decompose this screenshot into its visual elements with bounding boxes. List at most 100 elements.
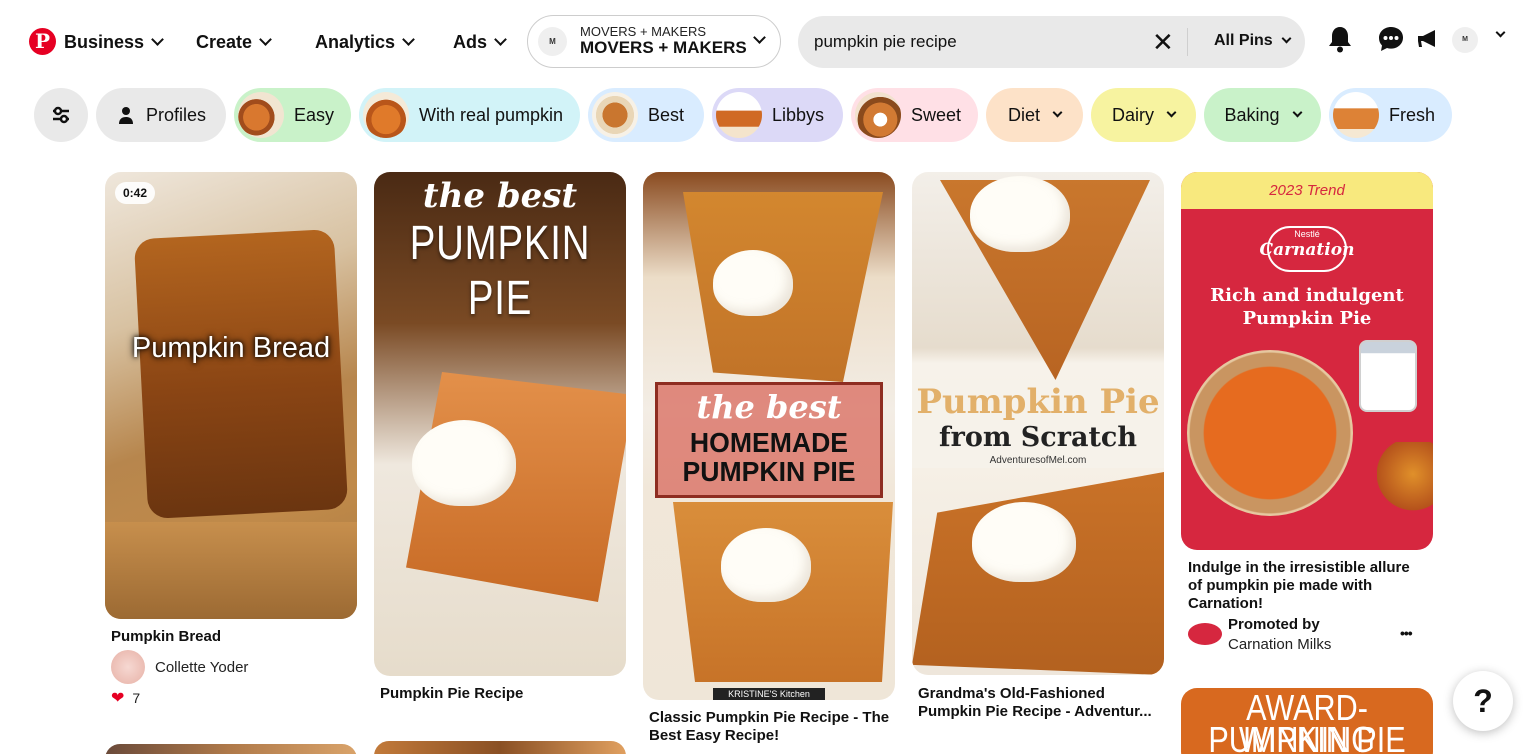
- ad-headline-line1: Rich and indulgent: [1210, 285, 1404, 306]
- whipped-cream-image: [412, 420, 516, 506]
- chip-libbys-thumbnail: [716, 92, 762, 138]
- account-switcher[interactable]: M MOVERS + MAKERS MOVERS + MAKERS: [527, 15, 781, 68]
- business-menu[interactable]: Business: [64, 30, 164, 54]
- advertiser-logo: [1188, 623, 1222, 645]
- business-label: Business: [64, 31, 145, 52]
- ads-menu[interactable]: Ads: [453, 30, 507, 54]
- pin-author[interactable]: Collette Yoder: [111, 650, 248, 684]
- user-avatar[interactable]: M: [1452, 27, 1478, 53]
- brand-name: Carnation: [1259, 240, 1355, 260]
- pin-card-partial[interactable]: [374, 741, 626, 754]
- pie-image: [1187, 350, 1353, 516]
- pinterest-logo-icon[interactable]: P: [29, 28, 56, 55]
- pin-title[interactable]: Indulge in the irresistible allure of pu…: [1188, 559, 1420, 613]
- create-menu[interactable]: Create: [196, 30, 272, 54]
- chip-best[interactable]: Best: [588, 88, 704, 142]
- pin-overlay-subtitle: from Scratch: [938, 422, 1138, 453]
- search-bar: ✕ All Pins: [798, 16, 1305, 68]
- messages-icon[interactable]: [1376, 24, 1406, 54]
- pin-title[interactable]: Grandma's Old-Fashioned Pumpkin Pie Reci…: [918, 685, 1164, 721]
- ad-headline-line2: Pumpkin Pie: [1242, 308, 1372, 329]
- chip-profiles[interactable]: Profiles: [96, 88, 226, 142]
- reaction-count: 7: [132, 690, 141, 706]
- pin-card[interactable]: the best PUMPKIN PIE: [374, 172, 626, 676]
- chevron-down-icon: [259, 33, 272, 46]
- search-divider: [1187, 28, 1188, 56]
- chevron-down-icon: [1052, 107, 1063, 118]
- chevron-down-icon: [1166, 107, 1177, 118]
- heart-reaction-icon: ❤: [111, 690, 125, 707]
- cutting-board-image: [105, 522, 357, 619]
- video-duration-badge: 0:42: [115, 182, 156, 204]
- chip-with-real-pumpkin[interactable]: With real pumpkin: [359, 88, 580, 142]
- more-options-icon[interactable]: •••: [1400, 625, 1413, 641]
- search-input[interactable]: [814, 16, 1134, 68]
- account-chevron-down-icon[interactable]: [1495, 27, 1506, 38]
- analytics-label: Analytics: [315, 31, 396, 52]
- pin-overlay-text: Pumpkin Bread: [131, 332, 331, 364]
- whipped-cream-image: [972, 502, 1076, 582]
- chip-real-pumpkin-label: With real pumpkin: [419, 104, 564, 125]
- chip-fresh[interactable]: Fresh: [1329, 88, 1452, 142]
- autumn-leaf-image: [1377, 442, 1433, 522]
- chevron-down-icon: [494, 33, 507, 46]
- chip-sweet[interactable]: Sweet: [851, 88, 978, 142]
- chip-best-label: Best: [648, 104, 685, 125]
- pin-title[interactable]: Pumpkin Pie Recipe: [380, 685, 620, 703]
- pin-card[interactable]: AWARD-WINNING PUMPKIN PIE: [1181, 688, 1433, 754]
- search-scope-dropdown[interactable]: All Pins: [1214, 32, 1292, 50]
- clear-search-icon[interactable]: ✕: [1152, 29, 1174, 55]
- ads-label: Ads: [453, 31, 488, 52]
- pin-overlay-title: Pumpkin Pie: [916, 382, 1160, 422]
- chip-dairy-label: Dairy: [1111, 104, 1154, 125]
- whipped-cream-image: [721, 528, 811, 602]
- filter-settings-button[interactable]: [34, 88, 88, 142]
- chip-diet-dropdown[interactable]: Diet: [986, 88, 1083, 142]
- author-name: Collette Yoder: [155, 658, 249, 676]
- pin-overlay-title-line2: PUMPKIN PIE: [682, 456, 856, 487]
- chevron-down-icon: [151, 33, 164, 46]
- whipped-cream-image: [970, 176, 1070, 252]
- pin-title[interactable]: Pumpkin Bread: [111, 628, 351, 646]
- chip-libbys[interactable]: Libbys: [712, 88, 843, 142]
- chip-best-thumbnail: [592, 92, 638, 138]
- pin-card[interactable]: Pumpkin Pie from Scratch AdventuresofMel…: [912, 172, 1164, 675]
- chip-real-pumpkin-thumbnail: [363, 92, 409, 138]
- chip-sweet-label: Sweet: [911, 104, 962, 125]
- promoted-pin-card[interactable]: 2023 Trend Nestlé Carnation Rich and ind…: [1181, 172, 1433, 550]
- promoted-by-label: Promoted by: [1228, 616, 1320, 633]
- analytics-menu[interactable]: Analytics: [315, 30, 415, 54]
- pin-reactions: ❤ 7: [111, 688, 140, 708]
- pin-overlay-title-line2: PUMPKIN PIE: [1208, 719, 1406, 754]
- megaphone-icon[interactable]: [1413, 24, 1443, 54]
- pin-card-partial[interactable]: [105, 744, 357, 754]
- chip-fresh-label: Fresh: [1389, 104, 1436, 125]
- notifications-bell-icon[interactable]: [1325, 24, 1355, 54]
- pin-overlay-title-line1: HOMEMADE: [689, 427, 849, 458]
- pin-overlay-subtitle: the best: [422, 176, 578, 216]
- chip-fresh-thumbnail: [1333, 92, 1379, 138]
- chip-baking-dropdown[interactable]: Baking: [1204, 88, 1321, 142]
- pin-card[interactable]: 0:42 Pumpkin Bread: [105, 172, 357, 619]
- chip-diet-label: Diet: [1007, 104, 1040, 125]
- chevron-down-icon: [1292, 107, 1302, 118]
- milk-can-image: [1359, 340, 1417, 412]
- sliders-icon: [53, 106, 69, 124]
- chip-easy-label: Easy: [294, 104, 335, 125]
- chip-dairy-dropdown[interactable]: Dairy: [1091, 88, 1196, 142]
- guided-search-chips: Profiles Easy With real pumpkin Best Lib…: [0, 88, 1536, 144]
- bread-loaf-image: [133, 228, 349, 520]
- chip-easy[interactable]: Easy: [234, 88, 351, 142]
- chevron-down-icon: [1281, 33, 1292, 44]
- account-avatar: M: [538, 27, 567, 56]
- pin-card[interactable]: the best HOMEMADE PUMPKIN PIE KRISTINE'S…: [643, 172, 895, 700]
- chip-baking-label: Baking: [1224, 104, 1280, 125]
- help-button[interactable]: ?: [1453, 671, 1513, 731]
- chip-libbys-label: Libbys: [772, 104, 825, 125]
- whipped-cream-image: [713, 250, 793, 316]
- brand-parent: Nestlé: [1294, 229, 1320, 239]
- pin-title[interactable]: Classic Pumpkin Pie Recipe - The Best Ea…: [649, 709, 895, 745]
- advertiser-name[interactable]: Carnation Milks: [1228, 636, 1331, 653]
- pin-overlay-site: AdventuresofMel.com: [989, 455, 1087, 466]
- author-avatar: [111, 650, 145, 684]
